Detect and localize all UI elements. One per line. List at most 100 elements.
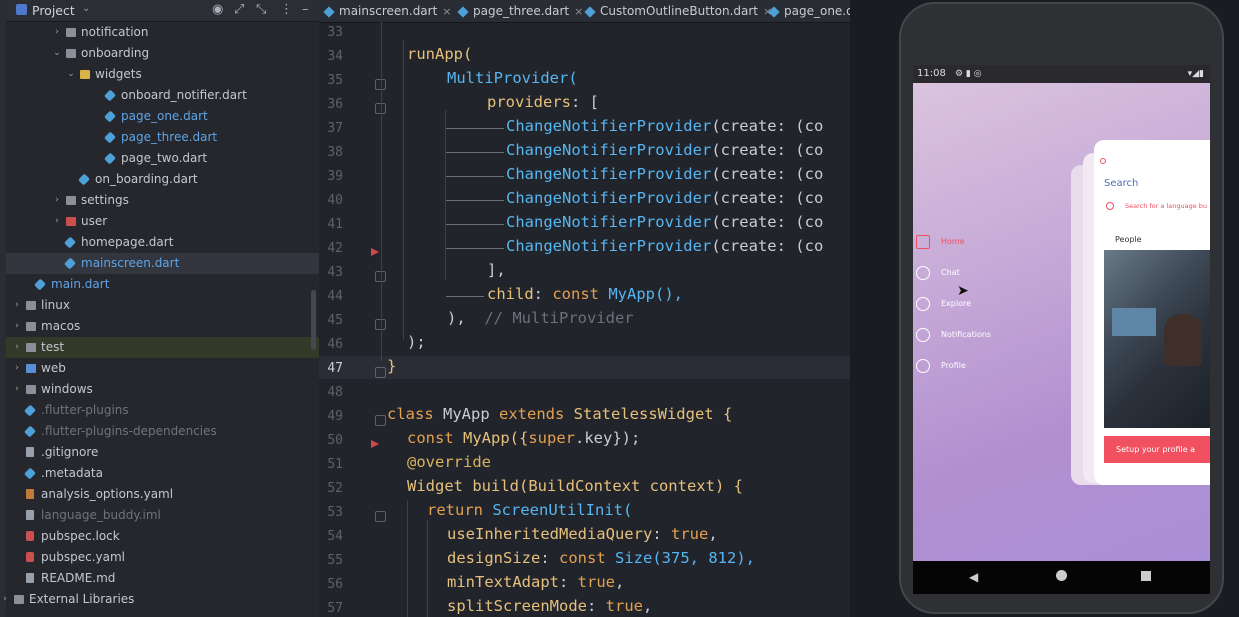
scrollbar[interactable] [311,290,316,350]
code-line-50: const MyApp({super.key}); [407,429,640,447]
chevron-right-icon[interactable]: › [12,337,22,358]
menu-item-profile[interactable]: Profile [916,359,966,373]
chevron-right-icon[interactable]: › [52,211,62,232]
collapse-all-icon[interactable]: ⤡ [256,2,266,17]
tree-label: test [41,340,65,354]
code-line-47: } [387,357,396,375]
code-token: (create: (co [711,189,824,207]
tree-row[interactable]: analysis_options.yaml [6,484,319,505]
line-number: 33 [327,25,343,40]
code-token: true [577,573,615,591]
code-editor[interactable]: mainscreen.dart × page_three.dart × Custom… [319,0,850,617]
tree-row[interactable]: › notification [6,22,319,43]
tree-row[interactable]: pubspec.yaml [6,547,319,568]
tree-row[interactable]: mainscreen.dart [6,253,319,274]
tab-mainscreen[interactable]: mainscreen.dart × [323,0,452,22]
tree-row[interactable]: language_buddy.iml [6,505,319,526]
indent-guide [381,22,382,362]
tree-row[interactable]: README.md [6,568,319,589]
close-icon[interactable]: × [574,5,583,18]
file-icon [26,510,34,520]
chevron-down-icon[interactable]: ⌄ [82,3,90,14]
back-icon[interactable]: ◀ [969,570,978,584]
tree-row[interactable]: › windows [6,379,319,400]
code-token: ChangeNotifierProvider [506,213,712,231]
project-title[interactable]: Project [32,3,75,18]
tree-row[interactable]: › test [6,337,319,358]
code-token: const [559,549,606,567]
fold-marker-icon[interactable] [375,367,386,378]
run-marker-icon[interactable] [371,248,379,256]
chevron-down-icon[interactable]: ⌄ [52,43,62,64]
chevron-right-icon[interactable]: › [0,589,10,610]
menu-item-chat[interactable]: Chat [916,266,960,280]
tree-row[interactable]: ⌄ onboarding [6,43,319,64]
dart-file-icon [103,89,117,102]
tree-label: External Libraries [29,592,135,606]
tab-page-three[interactable]: page_three.dart × [457,0,583,22]
tree-row[interactable]: .flutter-plugins-dependencies [6,421,319,442]
tab-page-one[interactable]: page_one.da [768,0,850,22]
code-token: (create: (co [711,237,824,255]
chevron-right-icon[interactable]: › [12,358,22,379]
tab-custom-outline-button[interactable]: CustomOutlineButton.dart× [584,0,772,22]
tree-row[interactable]: main.dart [6,274,319,295]
tree-row[interactable]: pubspec.lock [6,526,319,547]
tree-row[interactable]: › External Libraries [3,589,319,610]
tree-row[interactable]: homepage.dart [6,232,319,253]
code-token: ChangeNotifierProvider [506,237,712,255]
chevron-right-icon[interactable]: › [52,22,62,43]
file-icon [26,573,34,583]
tree-row[interactable]: page_two.dart [6,148,319,169]
tree-row[interactable]: page_one.dart [6,106,319,127]
expand-all-icon[interactable]: ⤢ [234,2,244,17]
menu-item-home[interactable]: Home [916,235,965,249]
main-screen-card[interactable]: Search Search for a language bu People S… [1094,140,1210,485]
line-number: 40 [327,193,343,208]
tree-row[interactable]: › settings [6,190,319,211]
tree-row[interactable]: .gitignore [6,442,319,463]
chevron-right-icon[interactable]: › [12,295,22,316]
globe-icon[interactable]: ◉ [212,2,223,17]
close-icon[interactable]: × [442,5,451,18]
emulator-screen[interactable]: 11:08 ⚙ ▮ ◎ ▾◢▮ Search Search for a lang… [913,65,1210,561]
tree-label: language_buddy.iml [41,508,161,522]
chevron-down-icon[interactable]: ⌄ [66,64,76,85]
code-token: (create: (co [711,165,824,183]
recents-icon[interactable] [1141,571,1151,581]
tree-row[interactable]: › web [6,358,319,379]
tree-row[interactable]: .metadata [6,463,319,484]
run-marker-icon[interactable] [371,440,379,448]
tree-row[interactable]: .flutter-plugins [6,400,319,421]
tree-row[interactable]: onboard_notifier.dart [6,85,319,106]
tree-label: pubspec.yaml [41,550,125,564]
line-number-gutter[interactable]: 33 34 35 36 37 38 39 40 41 42 43 44 45 46 47 48 49 50 51 52… [319,22,386,617]
hide-panel-icon[interactable]: – [302,2,309,17]
chevron-right-icon[interactable]: › [52,190,62,211]
tree-row[interactable]: › user [6,211,319,232]
line-number: 55 [327,553,343,568]
tree-row[interactable]: page_three.dart [6,127,319,148]
tree-row[interactable]: › linux [6,295,319,316]
menu-item-explore[interactable]: Explore [916,297,971,311]
search-input[interactable]: Search for a language bu [1125,202,1207,210]
fold-marker-icon[interactable] [375,511,386,522]
chevron-right-icon[interactable]: › [12,316,22,337]
code-line-46: ); [407,333,426,351]
people-photo[interactable] [1104,250,1210,428]
line-number: 50 [327,433,343,448]
folder-icon [66,196,76,205]
chevron-right-icon[interactable]: › [12,379,22,400]
project-panel: Project ⌄ ◉ ⤢ ⤡ ⋮ – › notification ⌄ onboar… [3,0,319,617]
code-token: , [642,597,653,615]
menu-item-notifications[interactable]: Notifications [916,328,991,342]
setup-profile-button[interactable]: Setup your profile a [1104,436,1210,463]
tree-row[interactable]: › macos [6,316,319,337]
dart-file-icon [23,425,37,438]
fold-marker-icon[interactable] [375,415,386,426]
tree-row[interactable]: on_boarding.dart [6,169,319,190]
tree-row[interactable]: ⌄ widgets [6,64,319,85]
home-button-icon[interactable] [1056,570,1067,581]
more-options-icon[interactable]: ⋮ [280,2,293,17]
person-shape [1164,314,1202,366]
